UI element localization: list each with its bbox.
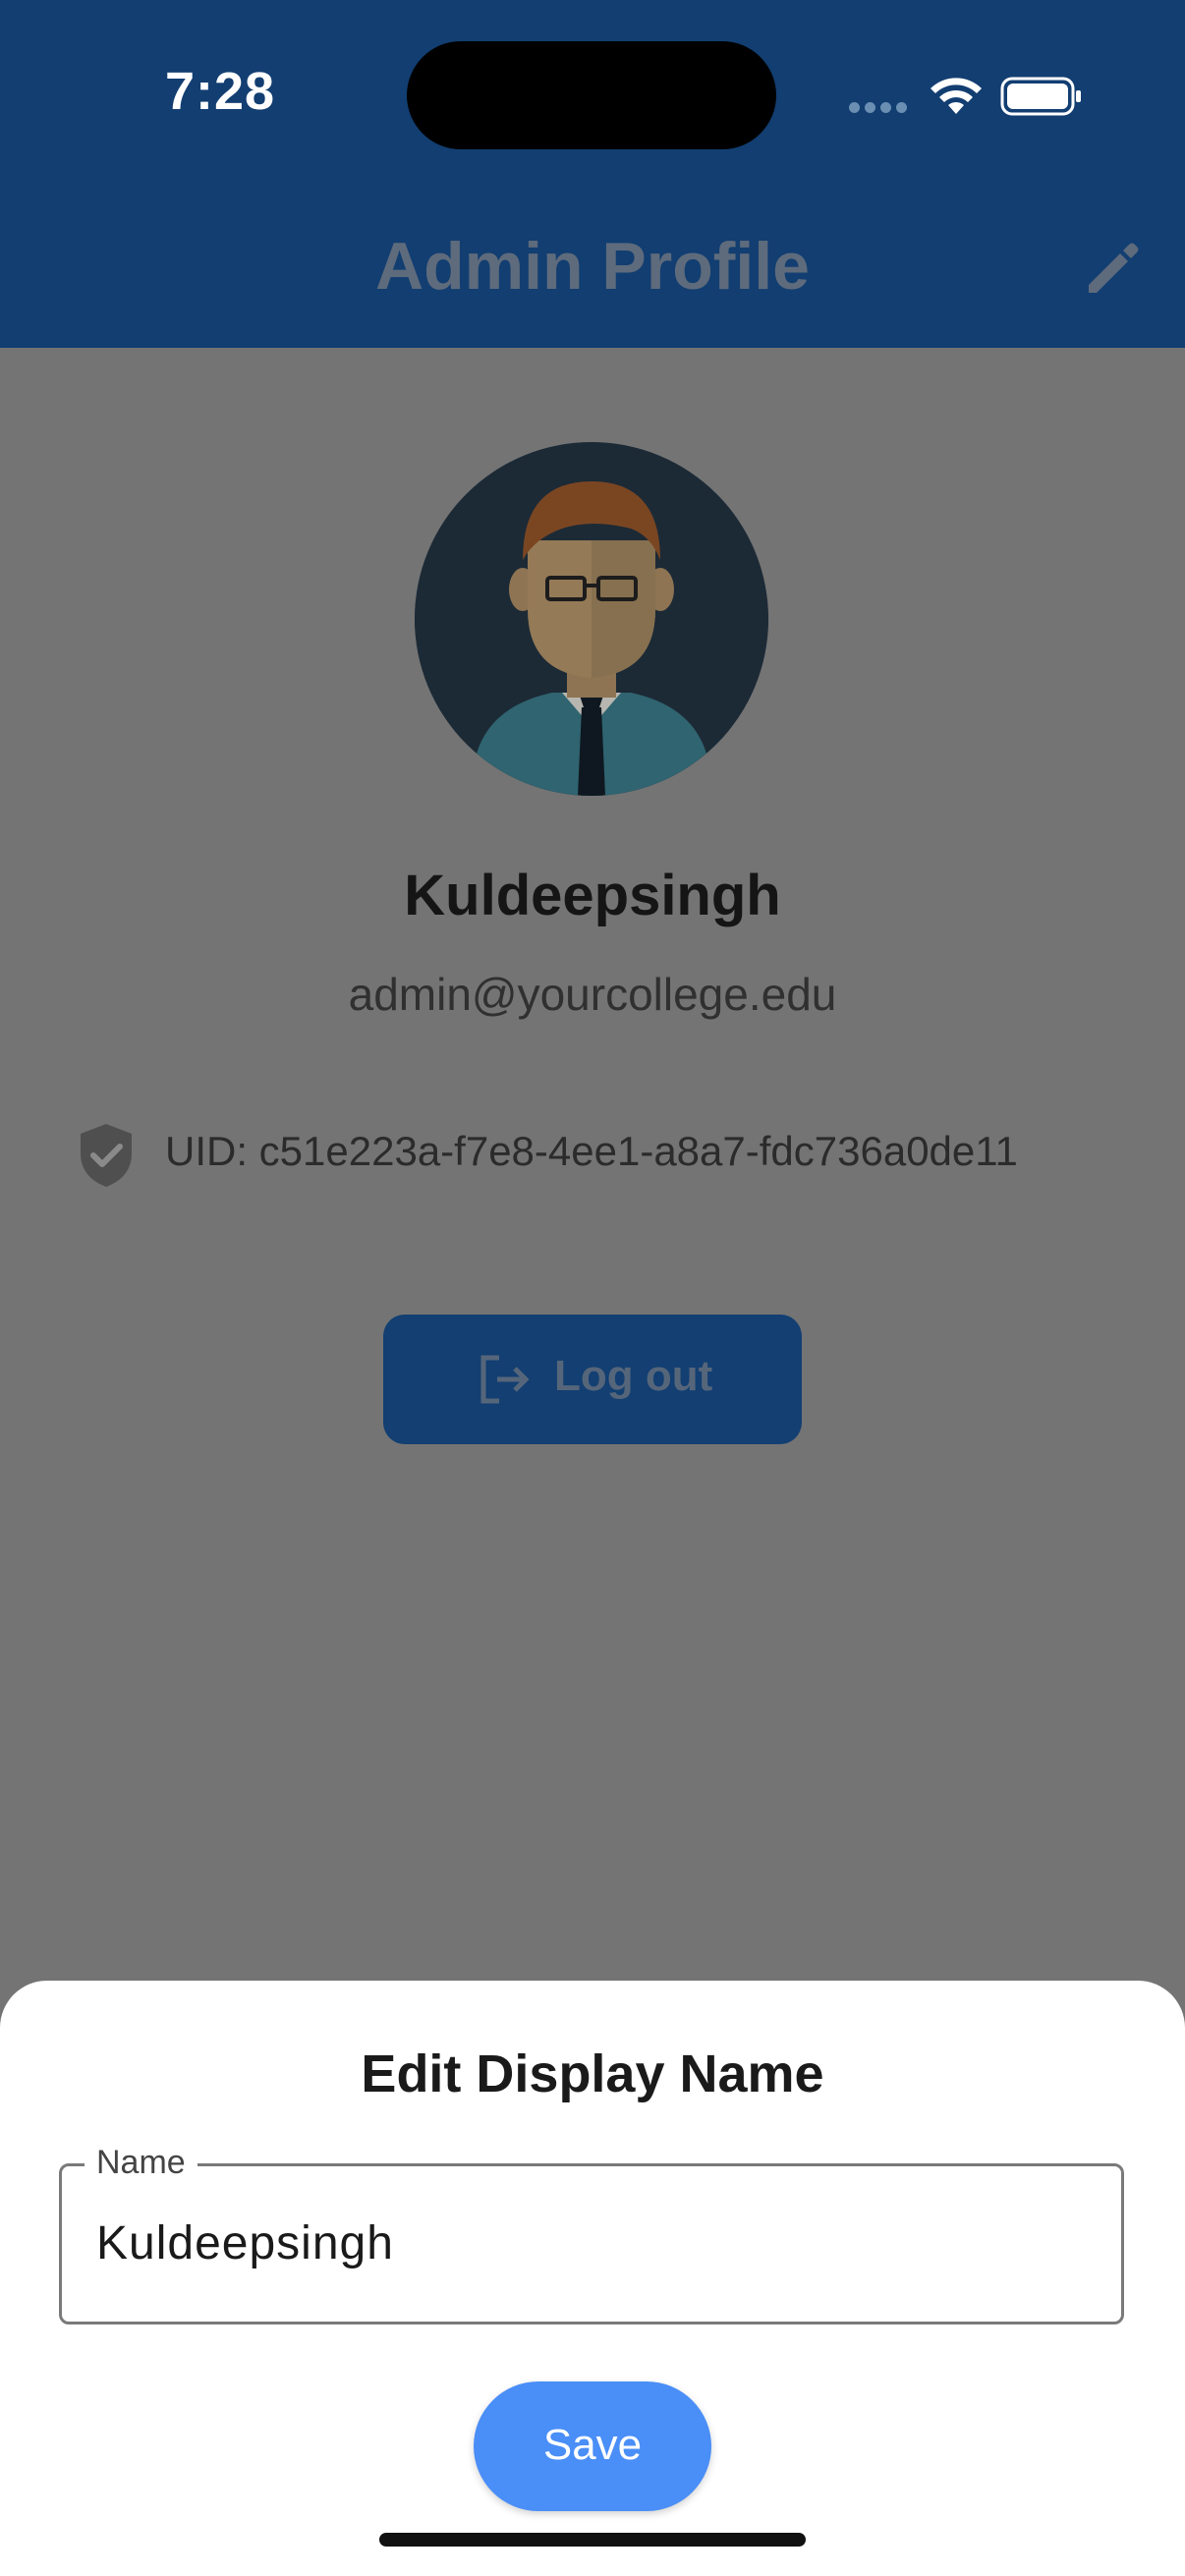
name-field-label: Name <box>85 2144 198 2182</box>
save-button[interactable]: Save <box>474 2381 711 2511</box>
avatar <box>415 442 768 796</box>
profile-name: Kuldeepsingh <box>404 864 781 927</box>
save-label: Save <box>542 2421 643 2469</box>
verified-shield-icon <box>81 1124 132 1187</box>
home-indicator[interactable] <box>379 2533 806 2547</box>
edit-name-sheet: Edit Display Name Name Kuldeepsingh Save <box>0 1981 1185 2576</box>
battery-icon <box>1000 77 1081 116</box>
logout-label: Log out <box>554 1352 713 1400</box>
logout-icon <box>480 1355 530 1404</box>
name-field-value[interactable]: Kuldeepsingh <box>96 2216 394 2270</box>
status-time: 7:28 <box>165 62 276 121</box>
dynamic-island <box>407 41 776 149</box>
logout-button[interactable]: Log out <box>383 1315 802 1444</box>
wifi-icon <box>931 78 982 114</box>
avatar-illustration <box>415 442 768 796</box>
cellular-signal-icon <box>849 102 908 114</box>
sheet-title: Edit Display Name <box>361 2044 824 2103</box>
pencil-icon[interactable] <box>1079 232 1150 303</box>
page-title: Admin Profile <box>374 229 811 304</box>
uid-text: UID: c51e223a-f7e8-4ee1-a8a7-fdc736a0de1… <box>165 1128 1018 1174</box>
profile-email: admin@yourcollege.edu <box>348 969 837 1020</box>
app-bar: 7:28 Admin Profile <box>0 0 1185 348</box>
uid-row: UID: c51e223a-f7e8-4ee1-a8a7-fdc736a0de1… <box>77 1120 1157 1189</box>
